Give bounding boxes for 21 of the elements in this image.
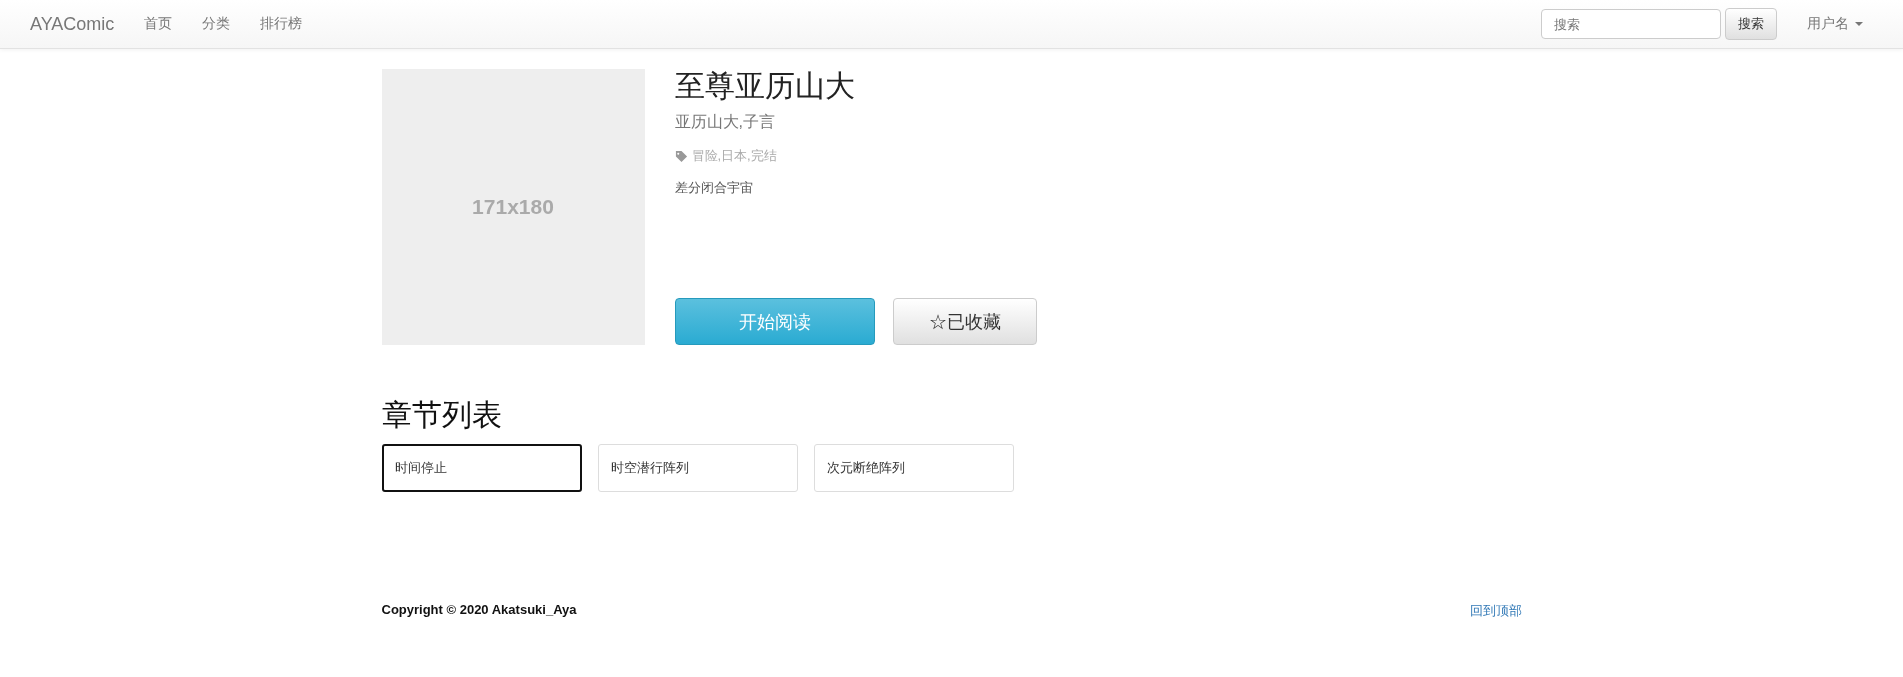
user-menu[interactable]: 用户名	[1807, 15, 1863, 33]
nav-link[interactable]: 首页	[144, 15, 173, 33]
chapter-item[interactable]: 时间停止	[381, 444, 582, 492]
cover-size-label: 171x180	[472, 195, 554, 219]
search-button[interactable]: 搜索	[1725, 8, 1777, 40]
chapter-item[interactable]: 时空潜行阵列	[597, 444, 798, 492]
nav-link[interactable]: 排行榜	[260, 15, 303, 33]
nav-link[interactable]: 分类	[202, 15, 231, 33]
search-field[interactable]: 搜索	[1541, 9, 1721, 39]
caret-icon	[1855, 22, 1863, 26]
comic-description: 差分闭合宇宙	[674, 179, 754, 197]
copyright-text: Copyright © 2020 Akatsuki_Aya	[381, 602, 577, 619]
brand-link[interactable]: AYAComic	[30, 13, 115, 35]
comic-title: 至尊亚历山大	[674, 69, 856, 102]
back-to-top-link[interactable]: 回到顶部	[1469, 602, 1522, 620]
tag-icon	[674, 149, 688, 163]
comic-tags: 冒险,日本,完结	[691, 147, 777, 165]
comic-authors: 亚历山大,子言	[674, 112, 776, 132]
chapter-list-heading: 章节列表	[381, 397, 503, 433]
favorite-button[interactable]: ☆已收藏	[892, 298, 1037, 345]
chapter-item[interactable]: 次元断绝阵列	[813, 444, 1014, 492]
